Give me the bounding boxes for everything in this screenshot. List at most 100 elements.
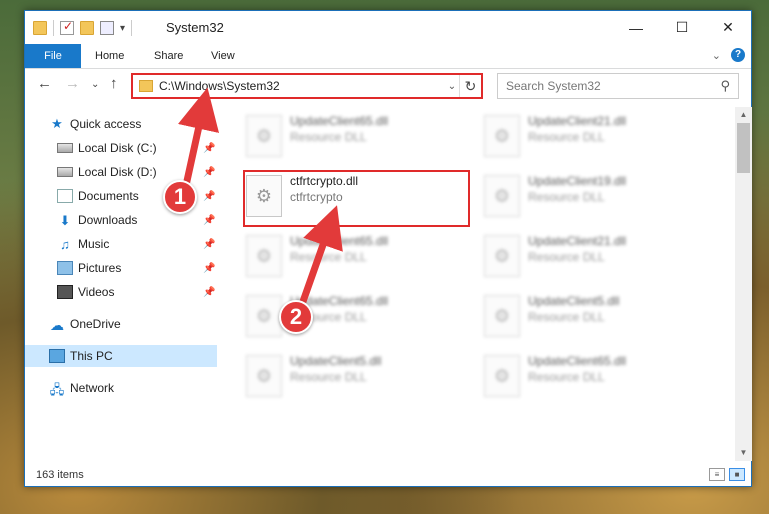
file-type: Resource DLL — [528, 310, 605, 324]
window-controls: — ☐ ✕ — [613, 11, 751, 44]
sidebar-item-label: Local Disk (D:) — [78, 165, 157, 179]
address-dropdown-icon[interactable]: ⌄ — [445, 81, 459, 92]
documents-icon — [57, 189, 73, 203]
sidebar-item-pictures[interactable]: Pictures 📌 — [25, 257, 217, 279]
address-bar[interactable]: C:\Windows\System32 ⌄ ↻ — [131, 73, 483, 99]
new-folder-icon[interactable] — [80, 21, 94, 35]
customize-icon[interactable] — [100, 21, 114, 35]
network-icon: 🖧 — [49, 382, 65, 397]
file-name: UpdateClient19.dll — [528, 174, 627, 188]
sidebar-item-music[interactable]: ♫ Music 📌 — [25, 233, 217, 255]
minimize-button[interactable]: — — [613, 11, 659, 44]
divider — [53, 20, 54, 36]
step-1-badge: 1 — [163, 180, 197, 214]
sidebar-item-label: Downloads — [78, 213, 138, 227]
dll-file-icon: ⚙ — [246, 235, 282, 277]
file-explorer-window: ▾ System32 — ☐ ✕ File Home Share View ⌄ … — [24, 10, 752, 487]
help-icon[interactable]: ? — [731, 48, 745, 62]
file-item[interactable]: ⚙ UpdateClient19.dll Resource DLL — [484, 173, 714, 227]
quick-access-toolbar: ▾ — [33, 19, 133, 36]
close-button[interactable]: ✕ — [705, 11, 751, 44]
file-name: UpdateClient21.dll — [528, 234, 627, 248]
tab-file[interactable]: File — [25, 44, 81, 68]
large-icons-view-icon[interactable]: ■ — [729, 468, 745, 481]
file-name: UpdateClient65.dll — [290, 234, 389, 248]
file-name: UpdateClient65.dll — [290, 114, 389, 128]
file-name: UpdateClient5.dll — [528, 294, 620, 308]
ribbon-right: ⌄ ? — [712, 48, 745, 62]
sidebar-item-local-disk-d[interactable]: Local Disk (D:) 📌 — [25, 161, 217, 183]
file-item[interactable]: ⚙ UpdateClient5.dll Resource DLL — [484, 293, 714, 347]
file-type: Resource DLL — [528, 370, 605, 384]
dll-file-icon: ⚙ — [484, 235, 520, 277]
ribbon-tabs: File Home Share View ⌄ ? — [25, 44, 751, 69]
sidebar-item-label: Documents — [78, 189, 139, 203]
search-icon[interactable]: ⚲ — [720, 78, 730, 94]
pin-icon: 📌 — [203, 214, 216, 226]
scroll-up-icon[interactable]: ▲ — [735, 107, 752, 123]
navigation-pane: ★ Quick access Local Disk (C:) 📌 Local D… — [25, 107, 217, 457]
title-bar: ▾ System32 — ☐ ✕ — [25, 11, 751, 44]
details-view-icon[interactable]: ≡ — [709, 468, 725, 481]
view-switcher: ≡ ■ — [709, 468, 745, 481]
sidebar-item-quick-access[interactable]: ★ Quick access — [25, 113, 217, 135]
pin-icon: 📌 — [203, 262, 216, 274]
pin-icon: 📌 — [203, 238, 216, 250]
address-path[interactable]: C:\Windows\System32 — [159, 79, 445, 93]
sidebar-item-label: Music — [78, 237, 110, 251]
back-icon[interactable]: ← — [37, 75, 52, 92]
file-type: Resource DLL — [290, 130, 367, 144]
sidebar-item-label: Quick access — [70, 117, 142, 131]
star-icon: ★ — [51, 116, 63, 131]
file-type: Resource DLL — [290, 370, 367, 384]
maximize-button[interactable]: ☐ — [659, 11, 705, 44]
tab-share[interactable]: Share — [154, 44, 183, 68]
file-item[interactable]: ⚙ UpdateClient65.dll Resource DLL — [246, 233, 476, 287]
drive-icon — [57, 143, 73, 153]
expand-ribbon-icon[interactable]: ⌄ — [712, 49, 721, 62]
sidebar-item-local-disk-c[interactable]: Local Disk (C:) 📌 — [25, 137, 217, 159]
sidebar-item-network[interactable]: 🖧 Network — [25, 377, 217, 399]
sidebar-item-videos[interactable]: Videos 📌 — [25, 281, 217, 303]
window-title: System32 — [166, 20, 224, 35]
dll-file-icon: ⚙ — [484, 295, 520, 337]
divider — [131, 20, 133, 36]
folder-icon — [139, 80, 153, 92]
pin-icon: 📌 — [203, 286, 216, 298]
file-type: Resource DLL — [528, 250, 605, 264]
forward-icon[interactable]: → — [65, 75, 80, 92]
vertical-scrollbar[interactable]: ▲ ▼ — [735, 107, 752, 461]
file-list: ⚙ UpdateClient65.dll Resource DLL ⚙ Upda… — [240, 107, 735, 457]
step-2-badge: 2 — [279, 300, 313, 334]
file-item[interactable]: ⚙ UpdateClient5.dll Resource DLL — [246, 353, 476, 407]
refresh-icon[interactable]: ↻ — [459, 75, 481, 97]
file-item[interactable]: ⚙ UpdateClient21.dll Resource DLL — [484, 233, 714, 287]
sidebar-item-this-pc[interactable]: This PC — [25, 345, 217, 367]
file-item[interactable]: ⚙ UpdateClient21.dll Resource DLL — [484, 113, 714, 167]
pin-icon: 📌 — [203, 190, 216, 202]
up-icon[interactable]: ↑ — [110, 75, 118, 92]
file-type: Resource DLL — [528, 130, 605, 144]
tab-home[interactable]: Home — [95, 44, 124, 68]
pictures-icon — [57, 261, 73, 275]
scroll-down-icon[interactable]: ▼ — [735, 445, 752, 461]
qat-dropdown-icon[interactable]: ▾ — [120, 23, 125, 34]
search-input[interactable]: Search System32 ⚲ — [497, 73, 739, 99]
scroll-thumb[interactable] — [737, 123, 750, 173]
file-item[interactable]: ⚙ UpdateClient65.dll Resource DLL — [484, 353, 714, 407]
file-item[interactable]: ⚙ UpdateClient65.dll Resource DLL — [246, 113, 476, 167]
sidebar-item-label: Local Disk (C:) — [78, 141, 157, 155]
sidebar-item-onedrive[interactable]: ☁ OneDrive — [25, 313, 217, 335]
file-name: UpdateClient21.dll — [528, 114, 627, 128]
tab-view[interactable]: View — [211, 44, 235, 68]
dll-file-icon: ⚙ — [246, 355, 282, 397]
dll-file-icon: ⚙ — [484, 115, 520, 157]
recent-locations-icon[interactable]: ⌄ — [91, 79, 99, 90]
sidebar-item-downloads[interactable]: ⬇ Downloads 📌 — [25, 209, 217, 231]
cloud-icon: ☁ — [50, 317, 64, 333]
highlight-box — [243, 170, 470, 227]
videos-icon — [57, 285, 73, 299]
properties-icon[interactable] — [60, 19, 74, 35]
drive-icon — [57, 167, 73, 177]
pin-icon: 📌 — [203, 166, 216, 178]
